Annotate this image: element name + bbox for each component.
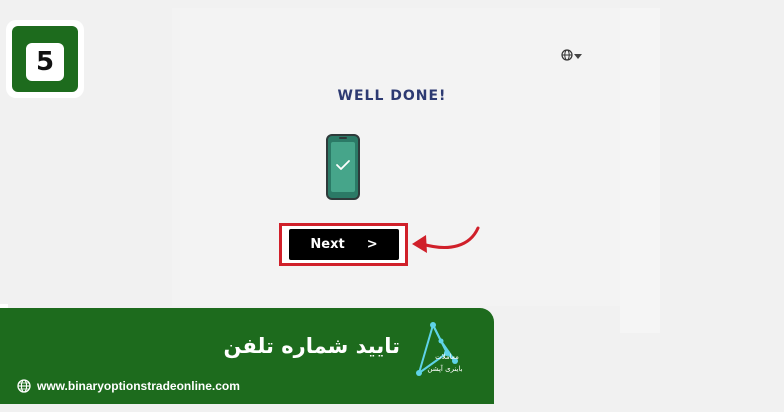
language-switcher[interactable]	[561, 46, 587, 64]
right-panel	[620, 8, 660, 333]
step-badge: 5	[6, 20, 84, 98]
chevron-down-icon	[574, 53, 582, 59]
screenshot-canvas: 5 WELL DONE! Next > تایید شماره تلفن معا…	[0, 0, 784, 412]
page-title: WELL DONE!	[337, 88, 447, 104]
globe-icon	[17, 379, 31, 393]
phone-notch	[339, 137, 347, 139]
next-arrow-icon: >	[366, 237, 378, 252]
globe-icon	[561, 49, 573, 61]
next-button-label: Next	[310, 237, 345, 252]
banner-title: تایید شماره تلفن	[223, 334, 400, 358]
step-badge-frame: 5	[12, 26, 78, 92]
annotation-arrow-icon	[412, 226, 480, 253]
logo-text-top: معاملات	[435, 353, 459, 361]
phone-check-icon	[326, 134, 360, 200]
checkmark-icon	[336, 160, 350, 170]
site-url-text: www.binaryoptionstradeonline.com	[37, 379, 240, 393]
logo-text-bottom: باینری آپشن	[427, 365, 463, 373]
step-number: 5	[26, 43, 64, 81]
site-url[interactable]: www.binaryoptionstradeonline.com	[17, 379, 240, 393]
next-button[interactable]: Next >	[289, 229, 399, 260]
